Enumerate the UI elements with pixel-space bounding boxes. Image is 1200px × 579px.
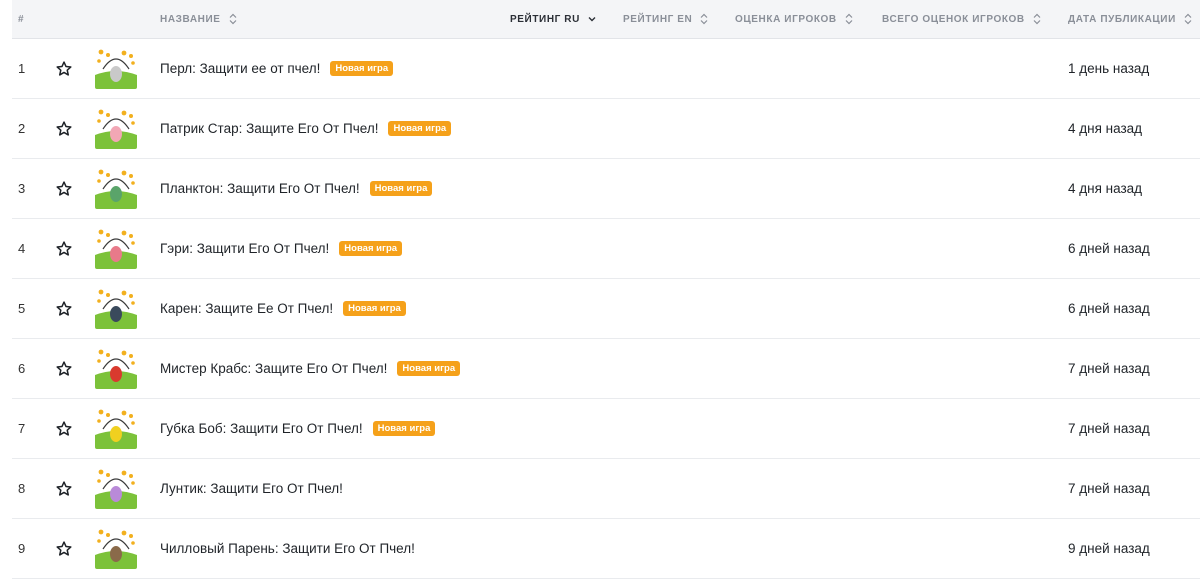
sort-down-icon bbox=[588, 13, 596, 25]
sort-updown-icon bbox=[1033, 13, 1041, 25]
game-thumbnail[interactable] bbox=[95, 527, 137, 569]
row-rank: 8 bbox=[18, 481, 26, 496]
row-rank: 5 bbox=[18, 301, 26, 316]
table-row[interactable]: 8 Лунтик: Защити Его От Пчел! 7 дней наз… bbox=[12, 459, 1200, 519]
game-title: Лунтик: Защити Его От Пчел! bbox=[160, 481, 343, 496]
header-rating-en-label: РЕЙТИНГ EN bbox=[623, 13, 693, 25]
publish-date: 7 дней назад bbox=[1068, 361, 1150, 376]
table-row[interactable]: 4 Гэри: Защити Его От Пчел! Новая игра 6… bbox=[12, 219, 1200, 279]
publish-date: 4 дня назад bbox=[1068, 181, 1143, 196]
table-row[interactable]: 7 Губка Боб: Защити Его От Пчел! Новая и… bbox=[12, 399, 1200, 459]
game-thumbnail[interactable] bbox=[95, 167, 137, 209]
game-thumbnail[interactable] bbox=[95, 467, 137, 509]
table-row[interactable]: 3 Планктон: Защити Его От Пчел! Новая иг… bbox=[12, 159, 1200, 219]
publish-date: 7 дней назад bbox=[1068, 421, 1150, 436]
game-title: Перл: Защити ее от пчел! bbox=[160, 61, 321, 76]
star-icon[interactable] bbox=[54, 459, 74, 518]
game-title: Гэри: Защити Его От Пчел! bbox=[160, 241, 330, 256]
star-icon[interactable] bbox=[54, 159, 74, 218]
game-thumbnail[interactable] bbox=[95, 47, 137, 89]
new-game-badge: Новая игра bbox=[330, 61, 394, 76]
publish-date: 6 дней назад bbox=[1068, 241, 1150, 256]
new-game-badge: Новая игра bbox=[372, 421, 436, 436]
table-row[interactable]: 6 Мистер Крабс: Защите Его От Пчел! Нова… bbox=[12, 339, 1200, 399]
new-game-badge: Новая игра bbox=[397, 361, 461, 376]
game-title-link[interactable]: Перл: Защити ее от пчел! Новая игра bbox=[160, 39, 394, 98]
sort-updown-icon bbox=[845, 13, 853, 25]
game-title-link[interactable]: Карен: Защите Ее От Пчел! Новая игра bbox=[160, 279, 406, 338]
game-title: Чилловый Парень: Защити Его От Пчел! bbox=[160, 541, 415, 556]
header-published-label: ДАТА ПУБЛИКАЦИИ bbox=[1068, 13, 1176, 25]
header-rating-ru-label: РЕЙТИНГ RU bbox=[510, 13, 580, 25]
new-game-badge: Новая игра bbox=[388, 121, 452, 136]
game-thumbnail[interactable] bbox=[95, 347, 137, 389]
game-thumbnail[interactable] bbox=[95, 227, 137, 269]
star-icon[interactable] bbox=[54, 219, 74, 278]
star-icon[interactable] bbox=[54, 399, 74, 458]
sort-updown-icon bbox=[229, 13, 237, 25]
game-title-link[interactable]: Мистер Крабс: Защите Его От Пчел! Новая … bbox=[160, 339, 461, 398]
publish-date: 1 день назад bbox=[1068, 61, 1150, 76]
row-rank: 9 bbox=[18, 541, 26, 556]
game-title: Мистер Крабс: Защите Его От Пчел! bbox=[160, 361, 388, 376]
game-title-link[interactable]: Гэри: Защити Его От Пчел! Новая игра bbox=[160, 219, 403, 278]
publish-date: 4 дня назад bbox=[1068, 121, 1143, 136]
game-title-link[interactable]: Планктон: Защити Его От Пчел! Новая игра bbox=[160, 159, 433, 218]
table-row[interactable]: 9 Чилловый Парень: Защити Его От Пчел! 9… bbox=[12, 519, 1200, 579]
table-row[interactable]: 2 Патрик Стар: Защите Его От Пчел! Новая… bbox=[12, 99, 1200, 159]
row-rank: 6 bbox=[18, 361, 26, 376]
row-rank: 4 bbox=[18, 241, 26, 256]
star-icon[interactable] bbox=[54, 39, 74, 98]
game-title-link[interactable]: Чилловый Парень: Защити Его От Пчел! bbox=[160, 519, 415, 578]
header-total-scores-sort-button[interactable]: ВСЕГО ОЦЕНОК ИГРОКОВ bbox=[882, 0, 1041, 38]
games-table: # НАЗВАНИЕ РЕЙТИНГ RU РЕЙТИНГ EN ОЦЕНКА … bbox=[0, 0, 1200, 579]
row-rank: 7 bbox=[18, 421, 26, 436]
header-name-label: НАЗВАНИЕ bbox=[160, 13, 221, 25]
new-game-badge: Новая игра bbox=[343, 301, 406, 316]
table-header: # НАЗВАНИЕ РЕЙТИНГ RU РЕЙТИНГ EN ОЦЕНКА … bbox=[12, 0, 1200, 39]
publish-date: 7 дней назад bbox=[1068, 481, 1150, 496]
header-rating-ru-sort-button[interactable]: РЕЙТИНГ RU bbox=[510, 0, 596, 38]
row-rank: 2 bbox=[18, 121, 26, 136]
header-player-score-sort-button[interactable]: ОЦЕНКА ИГРОКОВ bbox=[735, 0, 853, 38]
header-published-sort-button[interactable]: ДАТА ПУБЛИКАЦИИ bbox=[1068, 0, 1192, 38]
header-player-score-label: ОЦЕНКА ИГРОКОВ bbox=[735, 13, 837, 25]
sort-updown-icon bbox=[700, 13, 708, 25]
header-rank: # bbox=[18, 0, 24, 38]
star-icon[interactable] bbox=[54, 339, 74, 398]
game-thumbnail[interactable] bbox=[95, 407, 137, 449]
game-title-link[interactable]: Лунтик: Защити Его От Пчел! bbox=[160, 459, 343, 518]
game-title-link[interactable]: Патрик Стар: Защите Его От Пчел! Новая и… bbox=[160, 99, 452, 158]
sort-updown-icon bbox=[1184, 13, 1192, 25]
table-body: 1 Перл: Защити ее от пчел! Новая игра 1 … bbox=[0, 39, 1200, 579]
header-rank-label: # bbox=[18, 13, 25, 25]
game-title: Губка Боб: Защити Его От Пчел! bbox=[160, 421, 363, 436]
star-icon[interactable] bbox=[54, 519, 74, 578]
publish-date: 9 дней назад bbox=[1068, 541, 1150, 556]
game-thumbnail[interactable] bbox=[95, 287, 137, 329]
star-icon[interactable] bbox=[54, 99, 74, 158]
table-row[interactable]: 1 Перл: Защити ее от пчел! Новая игра 1 … bbox=[12, 39, 1200, 99]
row-rank: 3 bbox=[18, 181, 26, 196]
game-thumbnail[interactable] bbox=[95, 107, 137, 149]
header-name-sort-button[interactable]: НАЗВАНИЕ bbox=[160, 0, 237, 38]
new-game-badge: Новая игра bbox=[339, 241, 403, 256]
table-row[interactable]: 5 Карен: Защите Ее От Пчел! Новая игра 6… bbox=[12, 279, 1200, 339]
star-icon[interactable] bbox=[54, 279, 74, 338]
game-title: Патрик Стар: Защите Его От Пчел! bbox=[160, 121, 379, 136]
game-title: Планктон: Защити Его От Пчел! bbox=[160, 181, 360, 196]
new-game-badge: Новая игра bbox=[369, 181, 433, 196]
publish-date: 6 дней назад bbox=[1068, 301, 1150, 316]
game-title: Карен: Защите Ее От Пчел! bbox=[160, 301, 334, 316]
game-title-link[interactable]: Губка Боб: Защити Его От Пчел! Новая игр… bbox=[160, 399, 436, 458]
row-rank: 1 bbox=[18, 61, 26, 76]
header-rating-en-sort-button[interactable]: РЕЙТИНГ EN bbox=[623, 0, 708, 38]
header-total-scores-label: ВСЕГО ОЦЕНОК ИГРОКОВ bbox=[882, 13, 1025, 25]
